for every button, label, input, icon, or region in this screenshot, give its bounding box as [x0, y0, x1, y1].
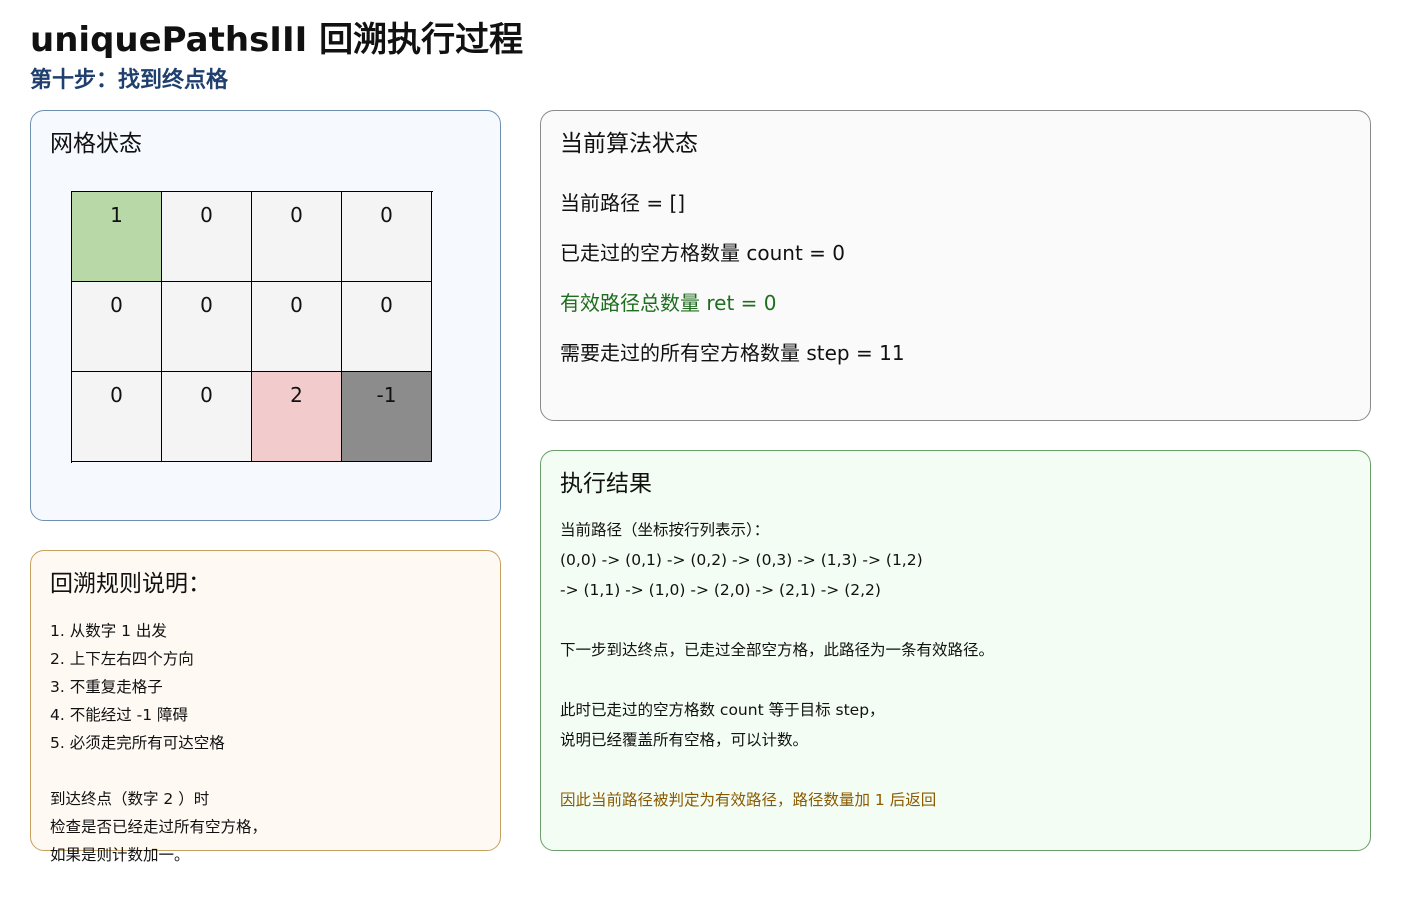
- rule-note: 检查是否已经走过所有空方格，: [50, 818, 268, 836]
- result-text: 当前路径（坐标按行列表示）： (0,0) -> (0,1) -> (0,2) -…: [560, 515, 994, 815]
- path-coordinates-line: -> (1,1) -> (1,0) -> (2,0) -> (2,1) -> (…: [560, 581, 881, 599]
- page-title: uniquePathsIII 回溯执行过程: [30, 20, 524, 60]
- rules-panel-title: 回溯规则说明：: [50, 571, 211, 597]
- result-line: 此时已走过的空方格数 count 等于目标 step，: [560, 701, 885, 719]
- rule-item: 3. 不重复走格子: [50, 678, 163, 696]
- rule-note: 如果是则计数加一。: [50, 846, 190, 864]
- rules-list: 1. 从数字 1 出发 2. 上下左右四个方向 3. 不重复走格子 4. 不能经…: [50, 617, 267, 869]
- result-panel-title: 执行结果: [560, 471, 652, 497]
- rule-item: 2. 上下左右四个方向: [50, 650, 194, 668]
- grid-panel: 网格状态 1 0 0 0 0 0 0 0 0 0 2 -1: [30, 110, 501, 521]
- grid: 1 0 0 0 0 0 0 0 0 0 2 -1: [71, 191, 433, 463]
- page-subtitle: 第十步：找到终点格: [30, 68, 229, 93]
- grid-cell: 0: [342, 282, 432, 372]
- rule-item: 1. 从数字 1 出发: [50, 622, 167, 640]
- result-conclusion: 因此当前路径被判定为有效路径，路径数量加 1 后返回: [560, 791, 937, 809]
- grid-cell: 0: [252, 282, 342, 372]
- state-panel: 当前算法状态 当前路径 = [] 已走过的空方格数量 count = 0 有效路…: [540, 110, 1371, 421]
- result-spacer: [560, 755, 994, 785]
- grid-cell-start: 1: [72, 192, 162, 282]
- result-line: 说明已经覆盖所有空格，可以计数。: [560, 731, 809, 749]
- state-panel-title: 当前算法状态: [560, 131, 698, 157]
- grid-cell-end: 2: [252, 372, 342, 462]
- result-line: 当前路径（坐标按行列表示）：: [560, 521, 770, 539]
- current-path-line: 当前路径 = []: [560, 191, 686, 215]
- grid-panel-title: 网格状态: [50, 131, 142, 157]
- grid-cell-obstacle: -1: [342, 372, 432, 462]
- grid-cell: 0: [162, 282, 252, 372]
- ret-line: 有效路径总数量 ret = 0: [560, 291, 777, 315]
- rule-note: 到达终点（数字 2 ）时: [50, 790, 210, 808]
- rules-panel: 回溯规则说明： 1. 从数字 1 出发 2. 上下左右四个方向 3. 不重复走格…: [30, 550, 501, 864]
- step-line: 需要走过的所有空方格数量 step = 11: [560, 341, 905, 365]
- path-coordinates-line: (0,0) -> (0,1) -> (0,2) -> (0,3) -> (1,3…: [560, 551, 923, 569]
- result-line: 下一步到达终点，已走过全部空方格，此路径为一条有效路径。: [560, 641, 995, 659]
- grid-cell: 0: [162, 372, 252, 462]
- result-panel: 执行结果 当前路径（坐标按行列表示）： (0,0) -> (0,1) -> (0…: [540, 450, 1371, 851]
- rule-item: 4. 不能经过 -1 障碍: [50, 706, 189, 724]
- count-line: 已走过的空方格数量 count = 0: [560, 241, 845, 265]
- result-spacer: [560, 665, 994, 695]
- grid-cell: 0: [72, 282, 162, 372]
- rule-spacer: [50, 757, 267, 785]
- grid-cell: 0: [342, 192, 432, 282]
- grid-cell: 0: [252, 192, 342, 282]
- rule-item: 5. 必须走完所有可达空格: [50, 734, 225, 752]
- result-spacer: [560, 605, 994, 635]
- grid-cell: 0: [72, 372, 162, 462]
- grid-cell: 0: [162, 192, 252, 282]
